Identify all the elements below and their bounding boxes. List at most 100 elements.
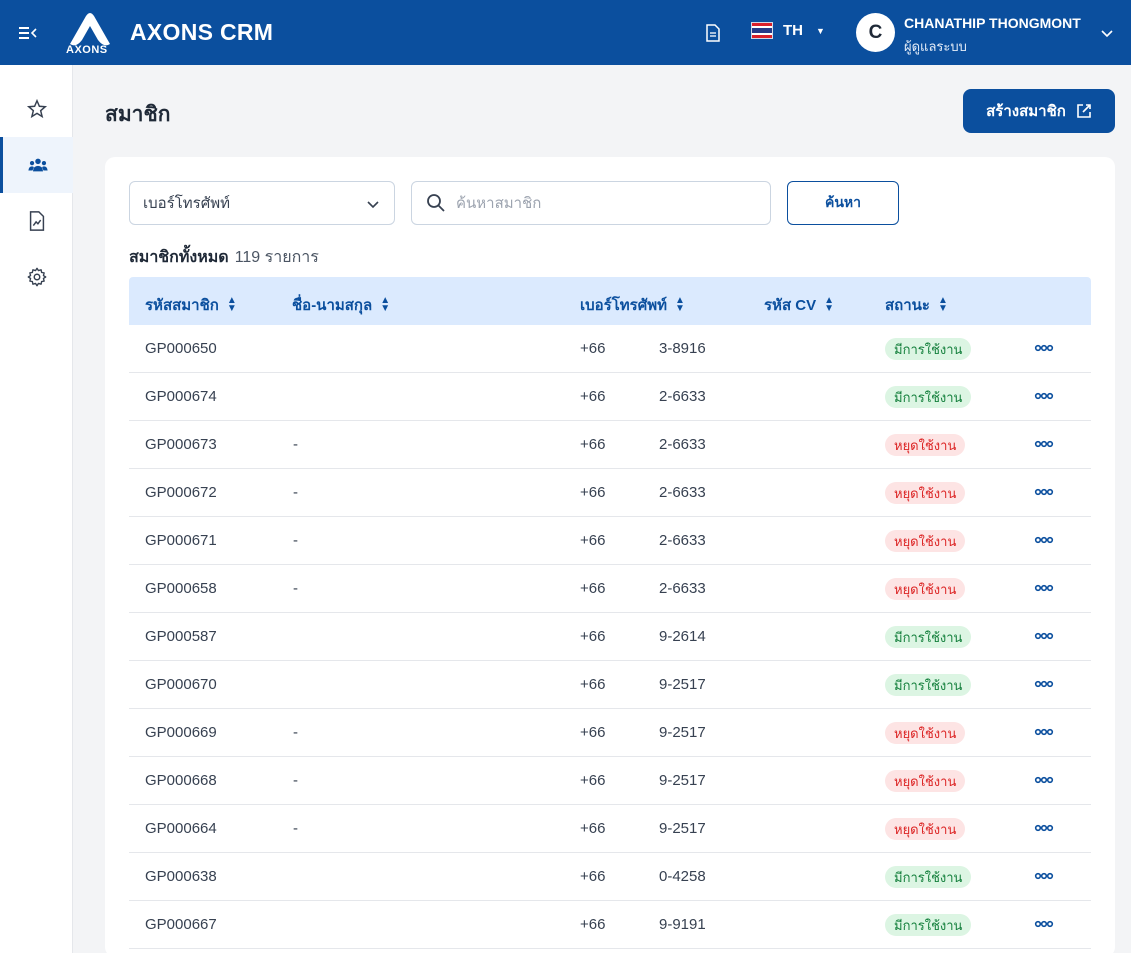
menu-collapse-icon[interactable] xyxy=(18,24,38,42)
column-full-name[interactable]: ชื่อ-นามสกุล ▲ ▼ xyxy=(292,293,390,317)
member-count-label: สมาชิกทั้งหมด xyxy=(129,249,229,266)
sort-icon: ▲ ▼ xyxy=(380,295,391,314)
search-box xyxy=(411,181,771,225)
phone-prefix: +66 xyxy=(580,484,606,501)
page-title: สมาชิก xyxy=(105,103,171,126)
table-row[interactable]: GP000669 - +66 9-2517 หยุดใช้งาน xyxy=(129,709,1091,757)
table-row[interactable]: GP000658 - +66 2-6633 หยุดใช้งาน xyxy=(129,565,1091,613)
report-icon xyxy=(29,211,44,231)
table-row[interactable]: GP000650 +66 3-8916 มีการใช้งาน xyxy=(129,325,1091,373)
more-options-icon[interactable] xyxy=(1034,581,1054,595)
app-title: AXONS CRM xyxy=(130,19,274,45)
table-row[interactable]: GP000587 +66 9-2614 มีการใช้งาน xyxy=(129,613,1091,661)
column-label: รหัสสมาชิก xyxy=(145,297,219,314)
more-options-icon[interactable] xyxy=(1034,773,1054,787)
user-role: ผู้ดูแลระบบ xyxy=(904,39,967,54)
gear-icon xyxy=(27,267,46,287)
phone-suffix: 9-2517 xyxy=(659,724,706,741)
phone-prefix: +66 xyxy=(580,724,606,741)
table-row[interactable]: GP000673 - +66 2-6633 หยุดใช้งาน xyxy=(129,421,1091,469)
member-id: GP000674 xyxy=(145,388,217,405)
more-options-icon[interactable] xyxy=(1034,725,1054,739)
phone-prefix: +66 xyxy=(580,916,606,933)
caret-down-icon: ▼ xyxy=(816,25,825,36)
table-row[interactable]: GP000668 - +66 9-2517 หยุดใช้งาน xyxy=(129,757,1091,805)
column-cv-code[interactable]: รหัส CV ▲ ▼ xyxy=(764,293,834,317)
phone-suffix: 9-2517 xyxy=(659,820,706,837)
phone-prefix: +66 xyxy=(580,772,606,789)
more-options-icon[interactable] xyxy=(1034,869,1054,883)
status-badge: มีการใช้งาน xyxy=(885,626,972,648)
member-id: GP000672 xyxy=(145,484,217,501)
member-id: GP000638 xyxy=(145,868,217,885)
table-row[interactable]: GP000664 - +66 9-2517 หยุดใช้งาน xyxy=(129,805,1091,853)
phone-prefix: +66 xyxy=(580,676,606,693)
column-member-id[interactable]: รหัสสมาชิก ▲ ▼ xyxy=(145,293,237,317)
more-options-icon[interactable] xyxy=(1034,917,1054,931)
avatar[interactable]: C xyxy=(856,13,895,52)
member-id: GP000668 xyxy=(145,772,217,789)
phone-suffix: 0-4258 xyxy=(659,868,706,885)
column-status[interactable]: สถานะ ▲ ▼ xyxy=(885,293,948,317)
more-options-icon[interactable] xyxy=(1034,821,1054,835)
member-count-value: 119 รายการ xyxy=(234,249,319,266)
chevron-down-icon xyxy=(367,201,379,209)
status-badge: หยุดใช้งาน xyxy=(885,818,966,840)
sidebar-item-reports[interactable] xyxy=(0,193,73,249)
phone-prefix: +66 xyxy=(580,628,606,645)
search-type-select[interactable]: เบอร์โทรศัพท์ xyxy=(129,181,395,225)
status-badge: หยุดใช้งาน xyxy=(885,770,966,792)
member-id: GP000664 xyxy=(145,820,217,837)
create-member-label: สร้างสมาชิก xyxy=(986,103,1066,120)
search-button[interactable]: ค้นหา xyxy=(787,181,899,225)
member-id: GP000673 xyxy=(145,436,217,453)
table-row[interactable]: GP000667 +66 9-9191 มีการใช้งาน xyxy=(129,901,1091,949)
phone-suffix: 2-6633 xyxy=(659,580,706,597)
member-id: GP000671 xyxy=(145,532,217,549)
top-bar: AXONS AXONS CRM TH ▼ C CHANATHIP THONGMO… xyxy=(0,0,1131,65)
more-options-icon[interactable] xyxy=(1034,389,1054,403)
status-badge: หยุดใช้งาน xyxy=(885,722,966,744)
phone-prefix: +66 xyxy=(580,340,606,357)
sort-icon: ▲ ▼ xyxy=(226,295,237,314)
more-options-icon[interactable] xyxy=(1034,437,1054,451)
member-name: - xyxy=(293,532,298,549)
more-options-icon[interactable] xyxy=(1034,629,1054,643)
sort-icon: ▲ ▼ xyxy=(824,295,835,314)
member-id: GP000587 xyxy=(145,628,217,645)
status-badge: หยุดใช้งาน xyxy=(885,482,966,504)
user-name: CHANATHIP THONGMONT xyxy=(904,15,1081,31)
more-options-icon[interactable] xyxy=(1034,533,1054,547)
chevron-down-icon[interactable] xyxy=(1100,26,1114,40)
member-name: - xyxy=(293,724,298,741)
thailand-flag-icon xyxy=(751,22,773,39)
search-input[interactable] xyxy=(456,194,746,212)
sidebar-item-members[interactable] xyxy=(0,137,73,193)
sidebar-item-settings[interactable] xyxy=(0,249,73,305)
table-row[interactable]: GP000671 - +66 2-6633 หยุดใช้งาน xyxy=(129,517,1091,565)
phone-prefix: +66 xyxy=(580,580,606,597)
phone-suffix: 2-6633 xyxy=(659,532,706,549)
phone-suffix: 9-9191 xyxy=(659,916,706,933)
sidebar-item-favorites[interactable] xyxy=(0,81,73,137)
language-selector[interactable]: TH ▼ xyxy=(751,22,825,39)
column-label: สถานะ xyxy=(885,297,930,314)
member-id: GP000650 xyxy=(145,340,217,357)
table-row[interactable]: GP000674 +66 2-6633 มีการใช้งาน xyxy=(129,373,1091,421)
phone-prefix: +66 xyxy=(580,820,606,837)
create-member-button[interactable]: สร้างสมาชิก xyxy=(963,89,1115,133)
table-row[interactable]: GP000672 - +66 2-6633 หยุดใช้งาน xyxy=(129,469,1091,517)
more-options-icon[interactable] xyxy=(1034,341,1054,355)
more-options-icon[interactable] xyxy=(1034,485,1054,499)
table-row[interactable]: GP000670 +66 9-2517 มีการใช้งาน xyxy=(129,661,1091,709)
table-row[interactable]: GP000638 +66 0-4258 มีการใช้งาน xyxy=(129,853,1091,901)
document-icon[interactable] xyxy=(705,24,721,42)
phone-suffix: 9-2614 xyxy=(659,628,706,645)
external-link-icon xyxy=(1077,104,1091,118)
member-count: สมาชิกทั้งหมด 119 รายการ xyxy=(129,245,319,270)
more-options-icon[interactable] xyxy=(1034,677,1054,691)
column-phone[interactable]: เบอร์โทรศัพท์ ▲ ▼ xyxy=(580,293,685,317)
star-icon xyxy=(26,98,47,119)
status-badge: หยุดใช้งาน xyxy=(885,530,966,552)
status-badge: มีการใช้งาน xyxy=(885,866,972,888)
